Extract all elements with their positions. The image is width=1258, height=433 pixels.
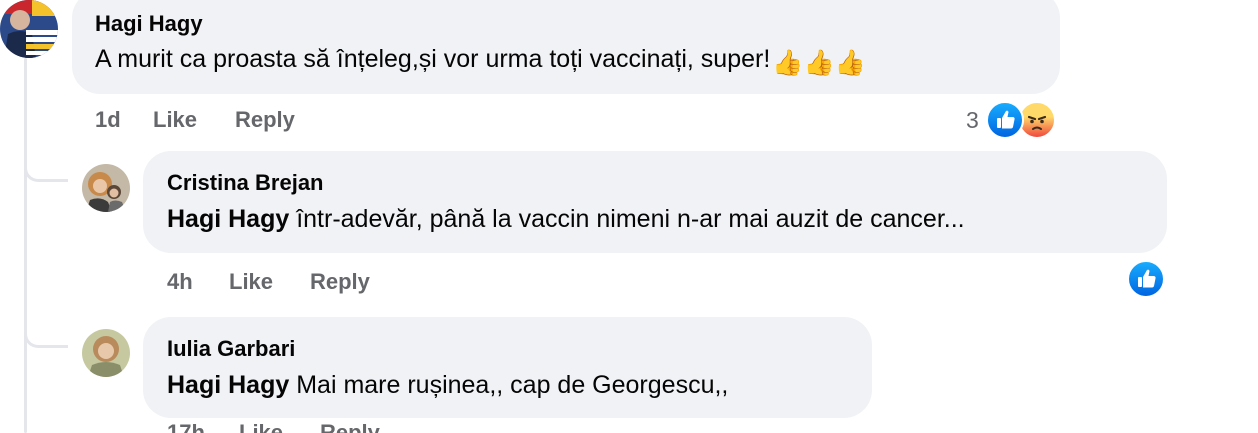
like-button[interactable]: Like bbox=[153, 107, 197, 133]
reply-button[interactable]: Reply bbox=[320, 420, 380, 433]
avatar[interactable] bbox=[82, 329, 130, 377]
comment-bubble bbox=[143, 151, 1167, 253]
like-button[interactable]: Like bbox=[229, 269, 273, 295]
reply-button[interactable]: Reply bbox=[235, 107, 295, 133]
comment-bubble bbox=[143, 317, 872, 418]
reaction-count: 3 bbox=[966, 107, 979, 133]
comment-timestamp[interactable]: 4h bbox=[167, 269, 193, 295]
comment-text: A murit ca proasta să înțeleg,și vor urm… bbox=[95, 45, 866, 78]
comment-timestamp[interactable]: 17h bbox=[167, 420, 205, 433]
avatar[interactable] bbox=[0, 0, 58, 58]
thread-line bbox=[24, 58, 27, 433]
comment-body: într-adevăr, până la vaccin nimeni n-ar … bbox=[289, 205, 965, 233]
avatar[interactable] bbox=[82, 164, 130, 212]
thumbs-up-emoji: 👍👍👍 bbox=[772, 49, 866, 77]
comment-thread: Hagi Hagy A murit ca proasta să înțeleg,… bbox=[0, 0, 1258, 433]
comment-text: Hagi Hagy Mai mare rușinea,, cap de Geor… bbox=[167, 371, 728, 400]
comment-body: A murit ca proasta să înțeleg,și vor urm… bbox=[95, 45, 771, 73]
comment-author[interactable]: Cristina Brejan bbox=[167, 170, 324, 196]
comment-actions: 4h Like Reply bbox=[167, 269, 467, 297]
comment-text: Hagi Hagy într-adevăr, până la vaccin ni… bbox=[167, 205, 965, 234]
thread-connector bbox=[24, 326, 68, 348]
comment-timestamp[interactable]: 1d bbox=[95, 107, 121, 133]
thread-connector bbox=[24, 160, 68, 182]
mention-link[interactable]: Hagi Hagy bbox=[167, 371, 289, 399]
comment-author[interactable]: Iulia Garbari bbox=[167, 336, 295, 362]
like-reaction-icon[interactable] bbox=[1127, 260, 1165, 298]
like-button[interactable]: Like bbox=[239, 420, 283, 433]
comment-actions: 1d Like Reply bbox=[95, 107, 395, 135]
comment-body: Mai mare rușinea,, cap de Georgescu,, bbox=[289, 371, 729, 399]
comment-author[interactable]: Hagi Hagy bbox=[95, 11, 203, 37]
mention-link[interactable]: Hagi Hagy bbox=[167, 205, 289, 233]
comment-actions: 17h Like Reply bbox=[167, 420, 467, 433]
reply-button[interactable]: Reply bbox=[310, 269, 370, 295]
like-reaction-icon bbox=[986, 101, 1024, 139]
